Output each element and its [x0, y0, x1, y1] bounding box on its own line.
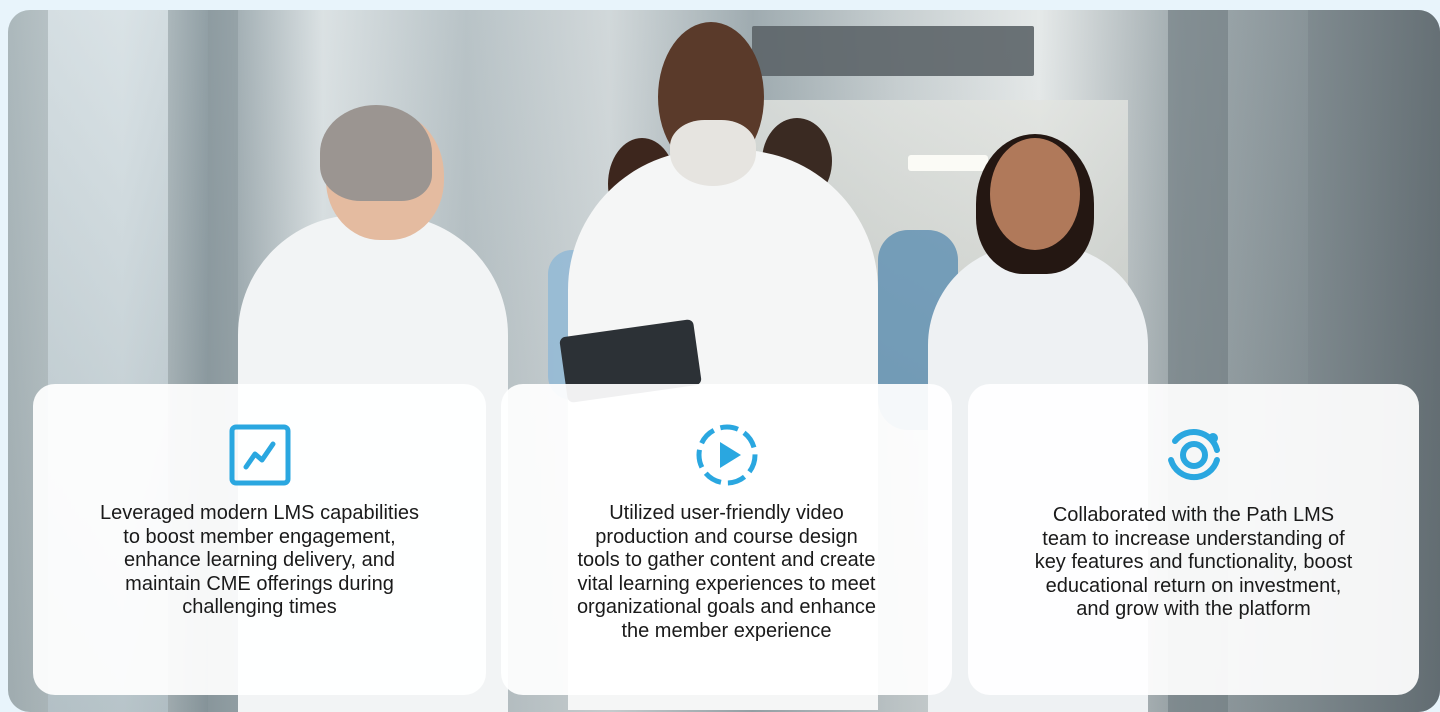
- feature-card-collaboration: Collaborated with the Path LMS team to i…: [968, 384, 1419, 695]
- hero-doctor-beard: [670, 120, 756, 186]
- hero-doctor-hair: [320, 105, 432, 201]
- feature-card-text: Utilized user-friendly video production …: [576, 502, 877, 642]
- feature-card-text: Leveraged modern LMS capabilities to boo…: [99, 502, 420, 618]
- hero-sign: [752, 26, 1034, 76]
- trend-chart-icon: [229, 424, 290, 486]
- feature-card-video: Utilized user-friendly video production …: [501, 384, 952, 695]
- play-circle-icon: [696, 424, 757, 486]
- hero-ceiling-light: [908, 155, 988, 171]
- feature-card-text: Collaborated with the Path LMS team to i…: [1034, 504, 1353, 620]
- hero-doctor-head: [990, 138, 1080, 250]
- orbit-cycle-icon: [1167, 429, 1220, 481]
- page: Leveraged modern LMS capabilities to boo…: [0, 0, 1440, 712]
- feature-card-engagement: Leveraged modern LMS capabilities to boo…: [33, 384, 486, 695]
